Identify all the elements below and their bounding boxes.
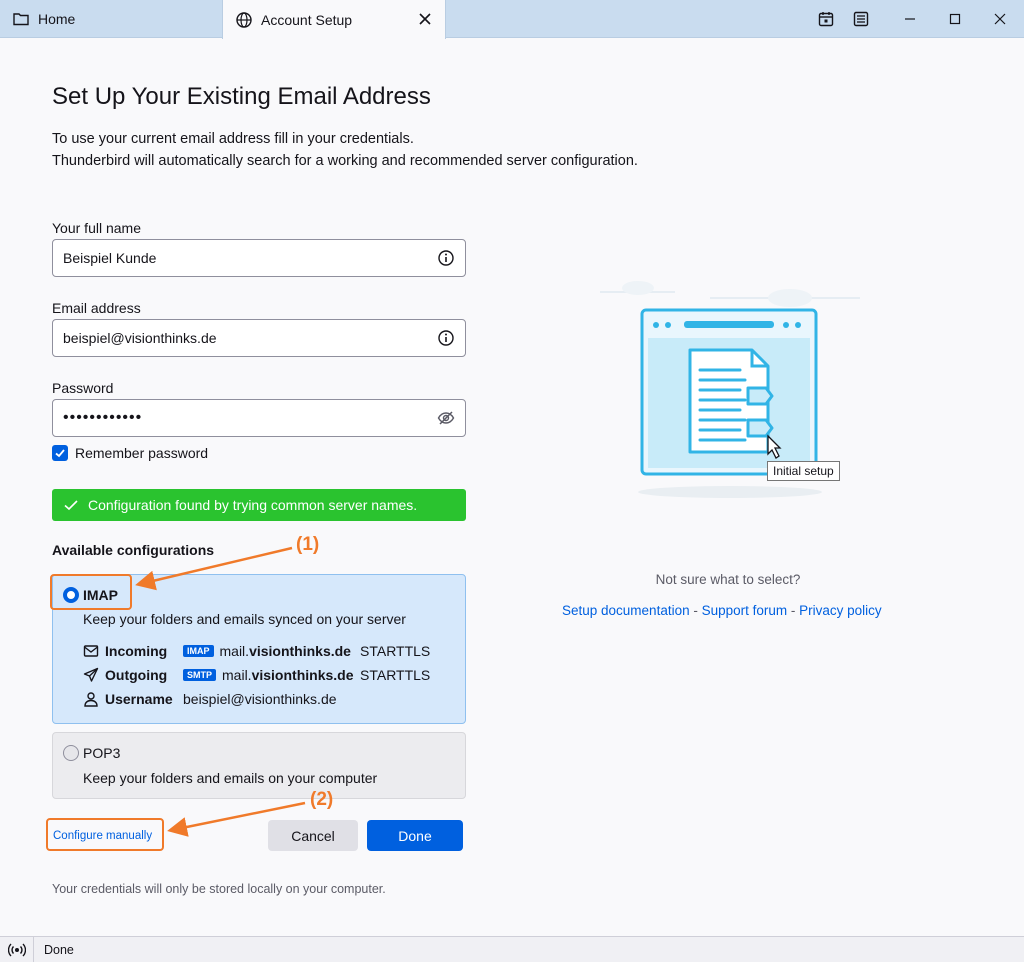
imap-description: Keep your folders and emails synced on y…: [83, 611, 406, 627]
incoming-security: STARTTLS: [360, 643, 431, 659]
outgoing-host: mail.visionthinks.de: [222, 667, 354, 683]
eye-slash-icon[interactable]: [437, 409, 455, 427]
setup-documentation-link[interactable]: Setup documentation: [562, 603, 690, 618]
checkmark-icon: [52, 445, 68, 461]
incoming-host: mail.visionthinks.de: [219, 643, 351, 659]
privacy-policy-link[interactable]: Privacy policy: [799, 603, 882, 618]
configure-manually-link[interactable]: Configure manually: [53, 830, 152, 842]
smtp-badge: SMTP: [183, 669, 217, 681]
annotation-label-2: (2): [310, 789, 334, 810]
success-notification: Configuration found by trying common ser…: [52, 489, 466, 521]
fullname-label: Your full name: [52, 220, 141, 236]
password-input[interactable]: ••••••••••••: [52, 399, 466, 437]
imap-badge: IMAP: [183, 645, 214, 657]
calendar-icon[interactable]: [814, 7, 838, 31]
tab-account-setup[interactable]: Account Setup: [222, 0, 446, 39]
send-icon: [83, 667, 99, 683]
fullname-value: Beispiel Kunde: [63, 250, 157, 266]
page-description-line1: To use your current email address fill i…: [52, 131, 414, 147]
page-title: Set Up Your Existing Email Address: [52, 83, 431, 110]
imap-incoming-row: Incoming IMAP mail.visionthinks.de: [83, 643, 351, 659]
remember-password-checkbox[interactable]: Remember password: [52, 445, 208, 461]
email-label: Email address: [52, 300, 141, 316]
pop3-description: Keep your folders and emails on your com…: [83, 770, 378, 786]
status-bar: Done: [0, 936, 1024, 962]
info-icon[interactable]: [437, 329, 455, 347]
annotation-label-1: (1): [296, 534, 320, 555]
maximize-icon[interactable]: [943, 7, 967, 31]
password-label: Password: [52, 380, 114, 396]
credentials-footnote: Your credentials will only be stored loc…: [52, 882, 386, 896]
available-configurations-heading: Available configurations: [52, 542, 215, 558]
checkmark-icon: [64, 499, 78, 511]
success-text: Configuration found by trying common ser…: [88, 497, 418, 513]
pop3-name: POP3: [83, 745, 121, 761]
email-value: beispiel@visionthinks.de: [63, 330, 217, 346]
config-option-pop3[interactable]: POP3 Keep your folders and emails on you…: [52, 732, 466, 799]
done-button[interactable]: Done: [367, 820, 463, 851]
tab-bar: Home Account Setup: [0, 0, 1024, 39]
not-sure-text: Not sure what to select?: [655, 572, 801, 587]
globe-icon: [235, 11, 253, 29]
support-forum-link[interactable]: Support forum: [702, 603, 788, 618]
imap-outgoing-row: Outgoing SMTP mail.visionthinks.de: [83, 667, 354, 683]
tab-account-label: Account Setup: [261, 11, 353, 28]
page-description-line2: Thunderbird will automatically search fo…: [52, 153, 638, 169]
username-label: Username: [105, 691, 173, 707]
info-icon[interactable]: [437, 249, 455, 267]
window-close-icon[interactable]: [988, 7, 1012, 31]
tab-home[interactable]: Home: [0, 0, 222, 38]
remember-password-label: Remember password: [75, 445, 209, 461]
envelope-icon: [83, 643, 99, 659]
status-text: Done: [44, 942, 74, 957]
help-links: Setup documentation - Support forum - Pr…: [562, 603, 882, 618]
tab-home-label: Home: [38, 11, 76, 27]
online-status-icon[interactable]: [0, 936, 34, 962]
user-icon: [83, 691, 99, 707]
tasks-icon[interactable]: [849, 7, 873, 31]
fullname-input[interactable]: Beispiel Kunde: [52, 239, 466, 277]
folder-icon: [12, 10, 30, 28]
close-icon[interactable]: [415, 9, 435, 29]
outgoing-security: STARTTLS: [360, 667, 431, 683]
initial-setup-tooltip: Initial setup: [767, 461, 840, 481]
imap-username-row: Username beispiel@visionthinks.de: [83, 691, 337, 707]
password-value: ••••••••••••: [63, 409, 143, 426]
cancel-button[interactable]: Cancel: [268, 820, 358, 851]
pop3-radio[interactable]: [63, 745, 79, 761]
email-input[interactable]: beispiel@visionthinks.de: [52, 319, 466, 357]
username-value: beispiel@visionthinks.de: [183, 691, 337, 707]
incoming-label: Incoming: [105, 643, 168, 659]
outgoing-label: Outgoing: [105, 667, 168, 683]
minimize-icon[interactable]: [898, 7, 922, 31]
